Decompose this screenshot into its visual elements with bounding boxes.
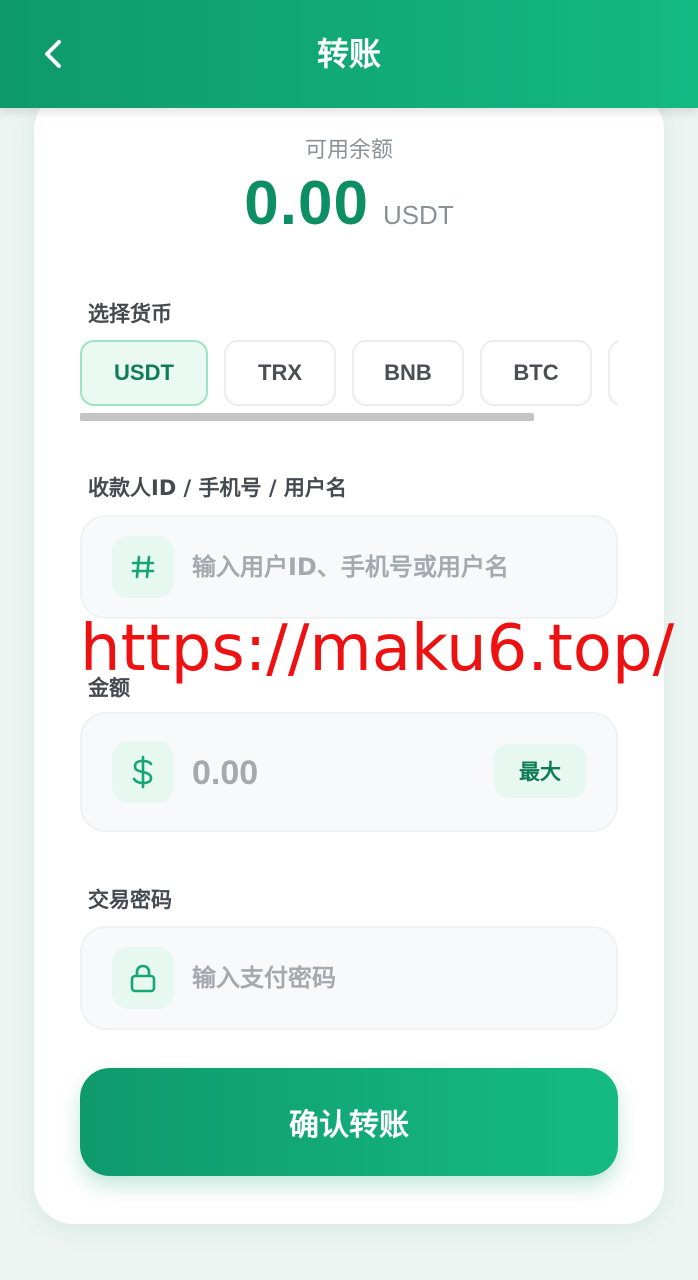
- recipient-field[interactable]: [80, 515, 618, 619]
- balance-display: 0.00 USDT: [0, 168, 698, 240]
- currency-chip-btc[interactable]: BTC: [480, 340, 592, 406]
- balance-label: 可用余额: [304, 138, 393, 163]
- amount-label: 金额: [88, 676, 130, 700]
- page-title: 转账: [316, 35, 381, 73]
- currency-selector[interactable]: USDT TRX BNB BTC: [80, 340, 618, 406]
- transfer-card: [34, 90, 664, 1224]
- password-field[interactable]: [80, 926, 618, 1030]
- chevron-left-icon: [45, 40, 61, 68]
- recipient-label: 收款人ID / 手机号 / 用户名: [88, 476, 347, 500]
- currency-chip-usdt[interactable]: USDT: [80, 340, 208, 406]
- amount-input[interactable]: [192, 750, 472, 796]
- currency-label: 选择货币: [88, 302, 172, 326]
- recipient-input[interactable]: [192, 547, 592, 587]
- max-button[interactable]: 最大: [494, 744, 586, 798]
- currency-chip-bnb[interactable]: BNB: [352, 340, 464, 406]
- confirm-transfer-button[interactable]: 确认转账: [80, 1068, 618, 1176]
- password-input[interactable]: [192, 958, 592, 998]
- password-label: 交易密码: [88, 888, 172, 912]
- hash-icon: [112, 536, 174, 598]
- currency-chip-trx[interactable]: TRX: [224, 340, 336, 406]
- amount-field[interactable]: 最大: [80, 712, 618, 832]
- currency-chip-more[interactable]: [608, 340, 618, 406]
- balance-unit: USDT: [382, 200, 454, 230]
- back-button[interactable]: [30, 30, 78, 78]
- lock-icon: [112, 947, 174, 1009]
- dollar-icon: [112, 741, 174, 803]
- app-header: 转账: [0, 0, 698, 108]
- currency-scrollbar[interactable]: [80, 413, 534, 421]
- balance-value: 0.00: [244, 169, 369, 238]
